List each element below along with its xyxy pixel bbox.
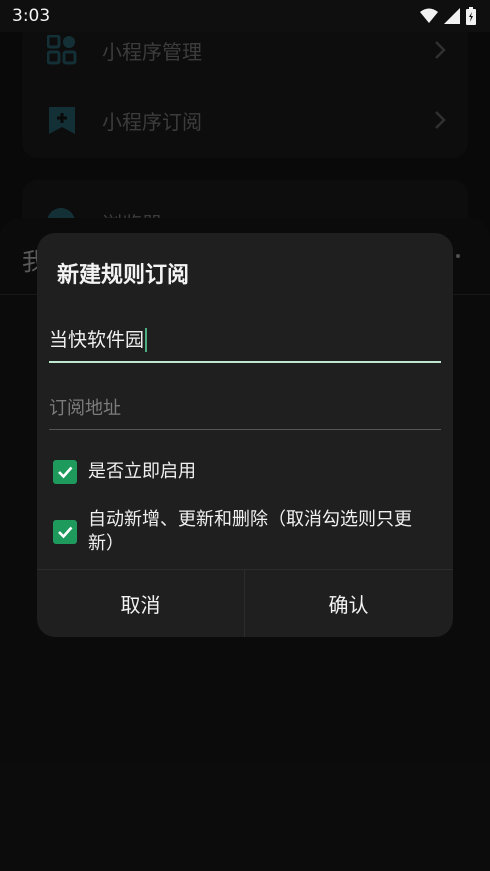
checkmark-icon bbox=[58, 466, 73, 479]
wifi-icon bbox=[420, 8, 438, 23]
checkmark-icon bbox=[58, 526, 73, 539]
subscription-url-field[interactable]: 订阅地址 bbox=[49, 394, 441, 430]
auto-sync-option[interactable]: 自动新增、更新和删除（取消勾选则只更新） bbox=[53, 508, 438, 556]
cancel-button[interactable]: 取消 bbox=[37, 570, 244, 637]
status-icons bbox=[420, 7, 476, 25]
name-field-underline bbox=[49, 361, 441, 363]
subscription-name-field[interactable]: 当快软件园 bbox=[49, 325, 441, 363]
battery-icon bbox=[466, 7, 476, 25]
status-bar: 3:03 bbox=[0, 0, 490, 32]
enable-now-option[interactable]: 是否立即启用 bbox=[53, 460, 438, 484]
name-field-value: 当快软件园 bbox=[49, 329, 145, 351]
enable-now-checkbox[interactable] bbox=[53, 460, 77, 484]
status-time: 3:03 bbox=[12, 6, 51, 26]
text-cursor bbox=[145, 328, 148, 352]
url-field-underline bbox=[49, 429, 441, 430]
url-field-placeholder: 订阅地址 bbox=[49, 398, 121, 419]
auto-sync-checkbox[interactable] bbox=[53, 520, 77, 544]
confirm-button[interactable]: 确认 bbox=[245, 570, 452, 637]
name-field-text: 当快软件园 bbox=[49, 325, 441, 355]
new-rule-subscription-dialog: 新建规则订阅 当快软件园 订阅地址 是否立即启用 自动新增、更新和删除（取消勾选… bbox=[37, 233, 453, 637]
enable-now-label: 是否立即启用 bbox=[88, 461, 196, 482]
signal-icon bbox=[444, 8, 460, 24]
auto-sync-label: 自动新增、更新和删除（取消勾选则只更新） bbox=[88, 509, 412, 554]
dialog-title: 新建规则订阅 bbox=[57, 263, 190, 288]
